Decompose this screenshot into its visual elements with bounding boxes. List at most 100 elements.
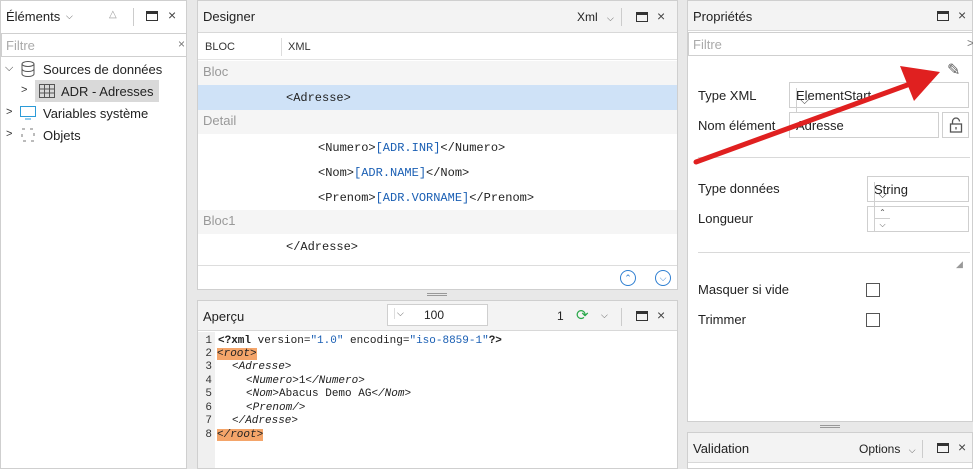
code-line-7: </Adresse> <box>232 415 299 427</box>
xml-tag: </Prenom> <box>469 191 535 205</box>
longueur-stepper[interactable]: ⌃ ⌵ <box>867 206 969 232</box>
designer-column-header: BLOC XML <box>198 34 677 60</box>
xml-row-adresse-close[interactable]: </Adresse> <box>198 234 677 259</box>
col-bloc: BLOC <box>205 41 235 53</box>
xml-tag: <Prenom> <box>318 191 376 205</box>
nom-element-input[interactable]: Adresse <box>789 112 939 138</box>
chevron-down-icon: ⌵ <box>796 88 812 112</box>
maximize-icon[interactable] <box>146 11 158 21</box>
type-donnees-select[interactable]: String ⌵ <box>867 176 969 206</box>
validation-panel: Validation Options ⌵ × <box>687 432 973 469</box>
properties-filter-input[interactable]: Filtre > <box>688 32 973 56</box>
trimmer-label: Trimmer <box>698 312 746 327</box>
chevron-right-icon[interactable]: > <box>21 84 27 96</box>
nom-element-label: Nom élément <box>698 118 776 133</box>
masquer-checkbox[interactable] <box>866 283 880 297</box>
bloc-row[interactable]: Bloc <box>198 61 677 85</box>
resize-corner-icon[interactable]: ◢ <box>956 259 963 270</box>
lock-button[interactable] <box>942 112 969 138</box>
xml-tag: </Numero> <box>440 141 506 155</box>
properties-title: Propriétés <box>693 9 753 24</box>
properties-panel: Propriétés × Filtre > ✎ Type XML Element… <box>687 0 973 422</box>
type-xml-label: Type XML <box>698 88 757 103</box>
properties-header: Propriétés × <box>688 1 972 31</box>
divider <box>698 252 970 253</box>
tree-item-adr[interactable]: > ADR - Adresses <box>1 80 187 102</box>
zoom-select[interactable]: 100 ⌵ <box>387 304 488 326</box>
format-dropdown[interactable]: Xml ⌵ <box>577 10 614 24</box>
designer-panel: Designer Xml ⌵ × BLOC XML Bloc <Adresse>… <box>197 0 678 290</box>
type-donnees-label: Type données <box>698 181 780 196</box>
options-dropdown[interactable]: Options ⌵ <box>859 442 916 456</box>
close-icon[interactable]: × <box>657 307 665 323</box>
tree-item-objets[interactable]: > Objets <box>1 124 187 146</box>
tree-label-adr: ADR - Adresses <box>61 84 154 99</box>
close-icon[interactable]: × <box>958 7 966 23</box>
xml-binding: [ADR.NAME] <box>354 166 427 180</box>
code-line-8: </root> <box>217 429 264 441</box>
elements-header: Éléments ⌵ △ × <box>1 1 186 31</box>
elements-dropdown-icon[interactable]: ⌵ <box>66 11 73 22</box>
xml-tag: <Nom> <box>318 166 355 180</box>
tree-item-variables[interactable]: > Variables système <box>1 102 187 124</box>
code-line-4: <Numero>1</Numero> <box>246 375 365 387</box>
detail-row[interactable]: Detail <box>198 110 677 134</box>
xml-tag: </Nom> <box>426 166 470 180</box>
tree-label-variables: Variables système <box>43 106 149 121</box>
designer-footer: ⌃ ⌵ <box>198 265 677 289</box>
tree-label-objets: Objets <box>43 128 81 143</box>
stepper-down-icon[interactable]: ⌵ <box>874 219 890 231</box>
collapse-icon[interactable]: △ <box>109 9 117 20</box>
database-icon <box>21 61 35 77</box>
maximize-icon[interactable] <box>937 11 949 21</box>
apercu-title: Aperçu <box>203 309 245 324</box>
apercu-header: Aperçu 100 ⌵ 1 ⟳ ⌵ × <box>198 301 677 331</box>
close-icon[interactable]: × <box>168 7 176 23</box>
chevron-down-icon[interactable]: ⌵ <box>601 310 608 321</box>
monitor-icon <box>20 106 36 120</box>
xml-row-nom[interactable]: <Nom>[ADR.NAME]</Nom> <box>198 160 677 185</box>
col-xml: XML <box>288 41 311 53</box>
nav-down-icon[interactable]: ⌵ <box>655 270 671 286</box>
nav-up-icon[interactable]: ⌃ <box>620 270 636 286</box>
chevron-right-icon[interactable]: > <box>6 106 12 118</box>
xml-tag: </Adresse> <box>286 240 359 254</box>
chevron-right-icon[interactable]: > <box>6 128 12 140</box>
code-line-6: <Prenom/> <box>246 402 306 414</box>
tree-item-sources[interactable]: ⌵ Sources de données <box>1 58 187 80</box>
xml-tag: <Numero> <box>318 141 376 155</box>
refresh-icon[interactable]: ⟳ <box>576 306 589 324</box>
validation-header: Validation Options ⌵ × <box>688 433 972 463</box>
masquer-label: Masquer si vide <box>698 282 790 297</box>
type-xml-select[interactable]: ElementStart ⌵ <box>789 82 969 112</box>
filter-placeholder: Filtre <box>693 37 722 52</box>
edit-pencil-icon[interactable]: ✎ <box>947 60 960 80</box>
elements-panel: Éléments ⌵ △ × Filtre × ⌵ Sources de don… <box>0 0 187 469</box>
validation-title: Validation <box>693 441 750 456</box>
bloc1-row[interactable]: Bloc1 <box>198 210 677 234</box>
chevron-down-icon[interactable]: ⌵ <box>5 62 13 75</box>
lock-icon <box>949 117 963 133</box>
trimmer-checkbox[interactable] <box>866 313 880 327</box>
xml-row-adresse-open[interactable]: <Adresse> <box>198 85 677 110</box>
maximize-icon[interactable] <box>636 12 648 22</box>
chevron-down-icon: ⌵ <box>908 445 916 455</box>
xml-row-prenom[interactable]: <Prenom>[ADR.VORNAME]</Prenom> <box>198 185 677 210</box>
designer-title: Designer <box>203 9 256 24</box>
divider <box>698 157 970 158</box>
elements-filter-input[interactable]: Filtre × <box>1 33 187 57</box>
xml-tag: <Adresse> <box>286 91 351 105</box>
close-icon[interactable]: × <box>958 439 966 455</box>
stepper-up-icon[interactable]: ⌃ <box>874 207 890 219</box>
chevron-right-icon[interactable]: > <box>967 36 973 50</box>
filter-placeholder: Filtre <box>6 38 35 53</box>
close-icon[interactable]: × <box>657 8 665 24</box>
splitter-handle[interactable] <box>820 425 840 428</box>
maximize-icon[interactable] <box>937 443 949 453</box>
maximize-icon[interactable] <box>636 311 648 321</box>
splitter-handle[interactable] <box>427 293 447 296</box>
xml-row-numero[interactable]: <Numero>[ADR.INR]</Numero> <box>198 135 677 160</box>
xml-binding: [ADR.INR] <box>375 141 441 155</box>
chevron-down-icon: ⌵ <box>607 13 614 23</box>
clear-filter-icon[interactable]: × <box>178 37 185 51</box>
